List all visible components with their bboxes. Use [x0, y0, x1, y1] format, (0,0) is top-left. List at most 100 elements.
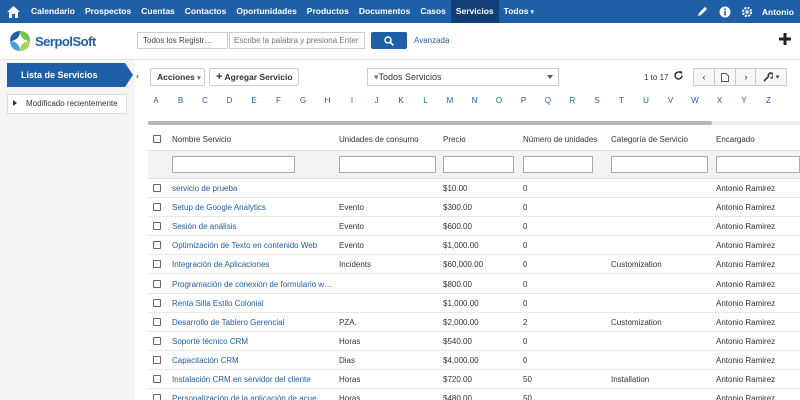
filter-units-input[interactable]: [339, 156, 436, 173]
table-row[interactable]: servicio de prueba $10.00 0 Antonio Ramirez: [148, 179, 800, 198]
alphabet-letter-g[interactable]: G: [297, 96, 309, 105]
quick-create-plus-icon[interactable]: [778, 32, 794, 48]
alphabet-letter-c[interactable]: C: [199, 96, 211, 105]
select-all-checkbox[interactable]: [153, 135, 161, 143]
service-name-link[interactable]: Capacitación CRM: [172, 356, 239, 365]
filter-name-input[interactable]: [172, 156, 295, 173]
nav-item-productos[interactable]: Productos: [302, 0, 354, 23]
table-row[interactable]: Desarrollo de Tablero Gerencial PZA. $2,00…: [148, 313, 800, 332]
alphabet-letter-e[interactable]: E: [248, 96, 260, 105]
user-menu[interactable]: Antonio: [758, 7, 800, 17]
alphabet-letter-l[interactable]: L: [420, 96, 432, 105]
row-checkbox[interactable]: [153, 394, 161, 400]
nav-item-todos[interactable]: Todos ▾: [499, 0, 539, 23]
alphabet-letter-z[interactable]: Z: [763, 96, 775, 105]
service-name-link[interactable]: Renta Silla Estilo Colonial: [172, 299, 264, 308]
alphabet-letter-i[interactable]: I: [346, 96, 358, 105]
table-row[interactable]: Integración de Aplicaciones Incidents $60,…: [148, 255, 800, 275]
collapse-sidebar-icon[interactable]: ‹: [136, 71, 145, 83]
info-icon[interactable]: [714, 0, 736, 23]
alphabet-letter-p[interactable]: P: [518, 96, 530, 105]
home-icon[interactable]: [0, 0, 26, 23]
row-checkbox[interactable]: [153, 336, 161, 345]
row-checkbox[interactable]: [153, 203, 161, 212]
table-row[interactable]: Instalación CRM en servidor del cliente H…: [148, 370, 800, 389]
table-row[interactable]: Personalización de la aplicación de acue…: [148, 389, 800, 400]
alphabet-letter-x[interactable]: X: [714, 96, 726, 105]
filter-category-input[interactable]: [611, 156, 708, 173]
service-name-link[interactable]: Soporte técnico CRM: [172, 337, 248, 346]
add-service-button[interactable]: + Agregar Servicio: [209, 68, 299, 86]
table-row[interactable]: Optimización de Texto en contenido Web Ev…: [148, 236, 800, 256]
alphabet-letter-m[interactable]: M: [444, 96, 456, 105]
page-jump-button[interactable]: [714, 68, 736, 86]
pencil-icon[interactable]: [692, 0, 714, 23]
refresh-icon[interactable]: [673, 70, 685, 84]
filter-owner-input[interactable]: [716, 156, 800, 173]
alphabet-letter-k[interactable]: K: [395, 96, 407, 105]
advanced-search-link[interactable]: Avanzada: [414, 36, 449, 45]
service-name-link[interactable]: Desarrollo de Tablero Gerencial: [172, 318, 284, 327]
table-row[interactable]: Setup de Google Analytics Evento $300.00 0 A…: [148, 198, 800, 218]
alphabet-letter-v[interactable]: V: [665, 96, 677, 105]
column-header-price[interactable]: Precio: [443, 135, 466, 144]
table-row[interactable]: Renta Silla Estilo Colonial $1,000.00 0 Ant…: [148, 294, 800, 313]
nav-item-servicios[interactable]: Servicios: [450, 0, 499, 23]
row-checkbox[interactable]: [153, 241, 161, 250]
table-row[interactable]: Sesión de análisis Evento $600.00 0 Antonio …: [148, 217, 800, 237]
alphabet-letter-a[interactable]: A: [150, 96, 162, 105]
horizontal-scrollbar[interactable]: [148, 121, 800, 125]
table-row[interactable]: Soporte técnico CRM Horas $540.00 0 Antonio …: [148, 332, 800, 351]
alphabet-letter-s[interactable]: S: [591, 96, 603, 105]
service-name-link[interactable]: Sesión de análisis: [172, 222, 236, 231]
recently-modified-toggle[interactable]: Modificado recientemente: [7, 94, 127, 114]
service-name-link[interactable]: Integración de Aplicaciones: [172, 260, 269, 269]
alphabet-letter-h[interactable]: H: [322, 96, 334, 105]
alphabet-letter-b[interactable]: B: [175, 96, 187, 105]
table-row[interactable]: Programación de conexión de formulario w…: [148, 275, 800, 294]
column-header-owner[interactable]: Encargado: [716, 135, 755, 144]
actions-button[interactable]: Acciones ▾: [150, 68, 205, 86]
view-filter-select[interactable]: ▾Todos Servicios: [367, 68, 559, 86]
nav-item-contactos[interactable]: Contactos: [180, 0, 232, 23]
row-checkbox[interactable]: [153, 298, 161, 307]
alphabet-letter-u[interactable]: U: [640, 96, 652, 105]
column-header-quantity[interactable]: Número de unidades: [523, 135, 597, 144]
row-checkbox[interactable]: [153, 279, 161, 288]
list-settings-button[interactable]: ▾: [755, 68, 787, 86]
nav-item-oportunidades[interactable]: Oportunidades: [231, 0, 301, 23]
alphabet-letter-r[interactable]: R: [567, 96, 579, 105]
search-input[interactable]: [229, 32, 365, 49]
service-name-link[interactable]: Programación de conexión de formulario w…: [172, 280, 332, 289]
alphabet-letter-t[interactable]: T: [616, 96, 628, 105]
filter-price-input[interactable]: [443, 156, 514, 173]
row-checkbox[interactable]: [153, 355, 161, 364]
alphabet-letter-w[interactable]: W: [689, 96, 701, 105]
alphabet-letter-n[interactable]: N: [469, 96, 481, 105]
nav-item-documentos[interactable]: Documentos: [354, 0, 415, 23]
alphabet-letter-o[interactable]: O: [493, 96, 505, 105]
alphabet-letter-q[interactable]: Q: [542, 96, 554, 105]
sidebar-title[interactable]: Lista de Servicios: [7, 63, 133, 87]
table-row[interactable]: Capacitación CRM Dias $4,000.00 0 Antonio Ra…: [148, 351, 800, 370]
service-name-link[interactable]: Optimización de Texto en contenido Web: [172, 241, 317, 250]
row-checkbox[interactable]: [153, 317, 161, 326]
gear-icon[interactable]: [736, 0, 758, 23]
row-checkbox[interactable]: [153, 375, 161, 383]
service-name-link[interactable]: Instalación CRM en servidor del cliente: [172, 375, 311, 384]
row-checkbox[interactable]: [153, 184, 161, 192]
search-scope-select[interactable]: Todos los Registr…: [137, 32, 228, 49]
column-header-category[interactable]: Categoría de Servicio: [611, 135, 688, 144]
service-name-link[interactable]: Personalización de la aplicación de acue…: [172, 394, 325, 400]
column-header-units[interactable]: Unidades de consumo: [339, 135, 419, 144]
alphabet-letter-f[interactable]: F: [273, 96, 285, 105]
next-page-button[interactable]: ›: [735, 68, 757, 86]
column-header-name[interactable]: Nombre Servicio: [172, 135, 231, 144]
nav-item-prospectos[interactable]: Prospectos: [80, 0, 136, 23]
nav-item-casos[interactable]: Casos: [415, 0, 451, 23]
search-button[interactable]: [371, 32, 407, 49]
alphabet-letter-d[interactable]: D: [224, 96, 236, 105]
filter-quantity-input[interactable]: [523, 156, 593, 173]
alphabet-letter-j[interactable]: J: [371, 96, 383, 105]
nav-item-calendario[interactable]: Calendario: [26, 0, 80, 23]
